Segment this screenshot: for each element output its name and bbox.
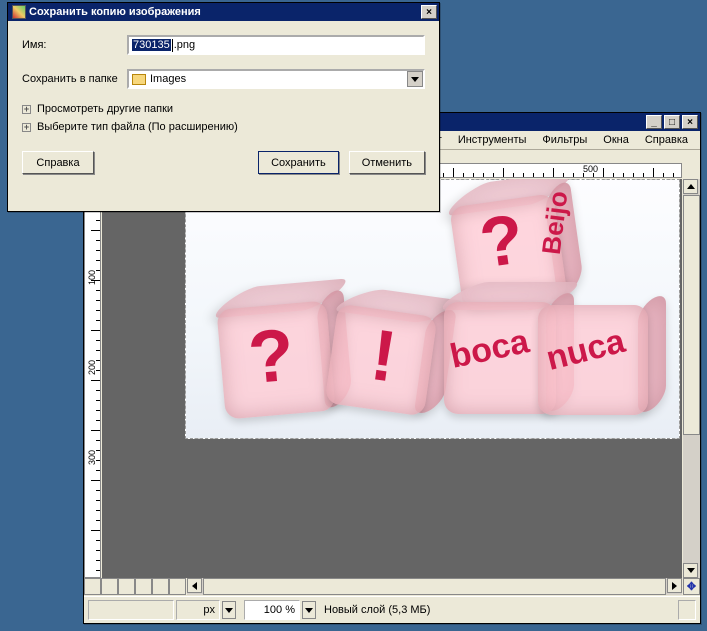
folder-combo[interactable]: Images bbox=[127, 69, 425, 89]
unit-dropdown-button[interactable] bbox=[222, 601, 236, 619]
minimize-button[interactable]: _ bbox=[646, 115, 662, 129]
menu-filters[interactable]: Фильтры bbox=[536, 132, 593, 148]
close-button[interactable]: × bbox=[682, 115, 698, 129]
navigate-icon[interactable]: ✥ bbox=[683, 578, 700, 595]
filename-input[interactable]: 730135.png bbox=[127, 35, 425, 55]
save-copy-dialog: Сохранить копию изображения × Имя: 73013… bbox=[7, 2, 440, 212]
canvas-aux-buttons bbox=[84, 578, 187, 595]
unit-selector[interactable]: px bbox=[176, 600, 220, 620]
filename-extension: .png bbox=[174, 39, 195, 51]
folder-label: Сохранить в папке bbox=[22, 73, 127, 85]
folder-icon bbox=[132, 74, 146, 85]
status-tail-cell bbox=[678, 600, 696, 620]
image-canvas[interactable]: ? ! ? Beijo boca nuca bbox=[185, 179, 680, 439]
dialog-title: Сохранить копию изображения bbox=[29, 6, 421, 18]
folder-value: Images bbox=[150, 73, 186, 85]
menu-tools[interactable]: Инструменты bbox=[452, 132, 533, 148]
scrollbar-horizontal[interactable] bbox=[187, 578, 682, 595]
dice-cube: nuca bbox=[538, 305, 648, 415]
folder-dropdown-button[interactable] bbox=[407, 71, 423, 87]
zoom-dropdown-button[interactable] bbox=[302, 601, 316, 619]
aux-btn[interactable] bbox=[135, 578, 152, 595]
plus-icon: + bbox=[22, 105, 31, 114]
expander-file-type[interactable]: + Выберите тип файла (По расширению) bbox=[22, 121, 425, 133]
scrollbar-vertical[interactable] bbox=[683, 179, 700, 578]
status-layer-info: Новый слой (5,3 МБ) bbox=[318, 600, 676, 620]
aux-btn[interactable] bbox=[152, 578, 169, 595]
plus-icon: + bbox=[22, 123, 31, 132]
filename-label: Имя: bbox=[22, 39, 127, 51]
canvas-viewport[interactable]: ? ! ? Beijo boca nuca bbox=[102, 179, 682, 578]
aux-btn[interactable] bbox=[101, 578, 118, 595]
dialog-titlebar[interactable]: Сохранить копию изображения × bbox=[8, 3, 439, 21]
menu-help[interactable]: Справка bbox=[639, 132, 694, 148]
aux-btn[interactable] bbox=[84, 578, 101, 595]
maximize-button[interactable]: □ bbox=[664, 115, 680, 129]
filename-selection: 730135 bbox=[132, 39, 171, 51]
cancel-button[interactable]: Отменить bbox=[349, 151, 425, 174]
status-cell-empty bbox=[88, 600, 174, 620]
dice-cube: ? bbox=[216, 300, 335, 419]
app-icon bbox=[12, 5, 26, 19]
save-button[interactable]: Сохранить bbox=[258, 151, 339, 174]
dice-cube: ! bbox=[324, 304, 437, 417]
zoom-value[interactable]: 100 % bbox=[244, 600, 300, 620]
status-bar: px 100 % Новый слой (5,3 МБ) bbox=[84, 596, 700, 623]
ruler-vertical[interactable]: 0100200300 bbox=[84, 179, 101, 578]
menu-windows[interactable]: Окна bbox=[597, 132, 635, 148]
expander-browse-folders[interactable]: + Просмотреть другие папки bbox=[22, 103, 425, 115]
dialog-close-button[interactable]: × bbox=[421, 5, 437, 19]
aux-btn[interactable] bbox=[169, 578, 186, 595]
aux-btn[interactable] bbox=[118, 578, 135, 595]
help-button[interactable]: Справка bbox=[22, 151, 94, 174]
